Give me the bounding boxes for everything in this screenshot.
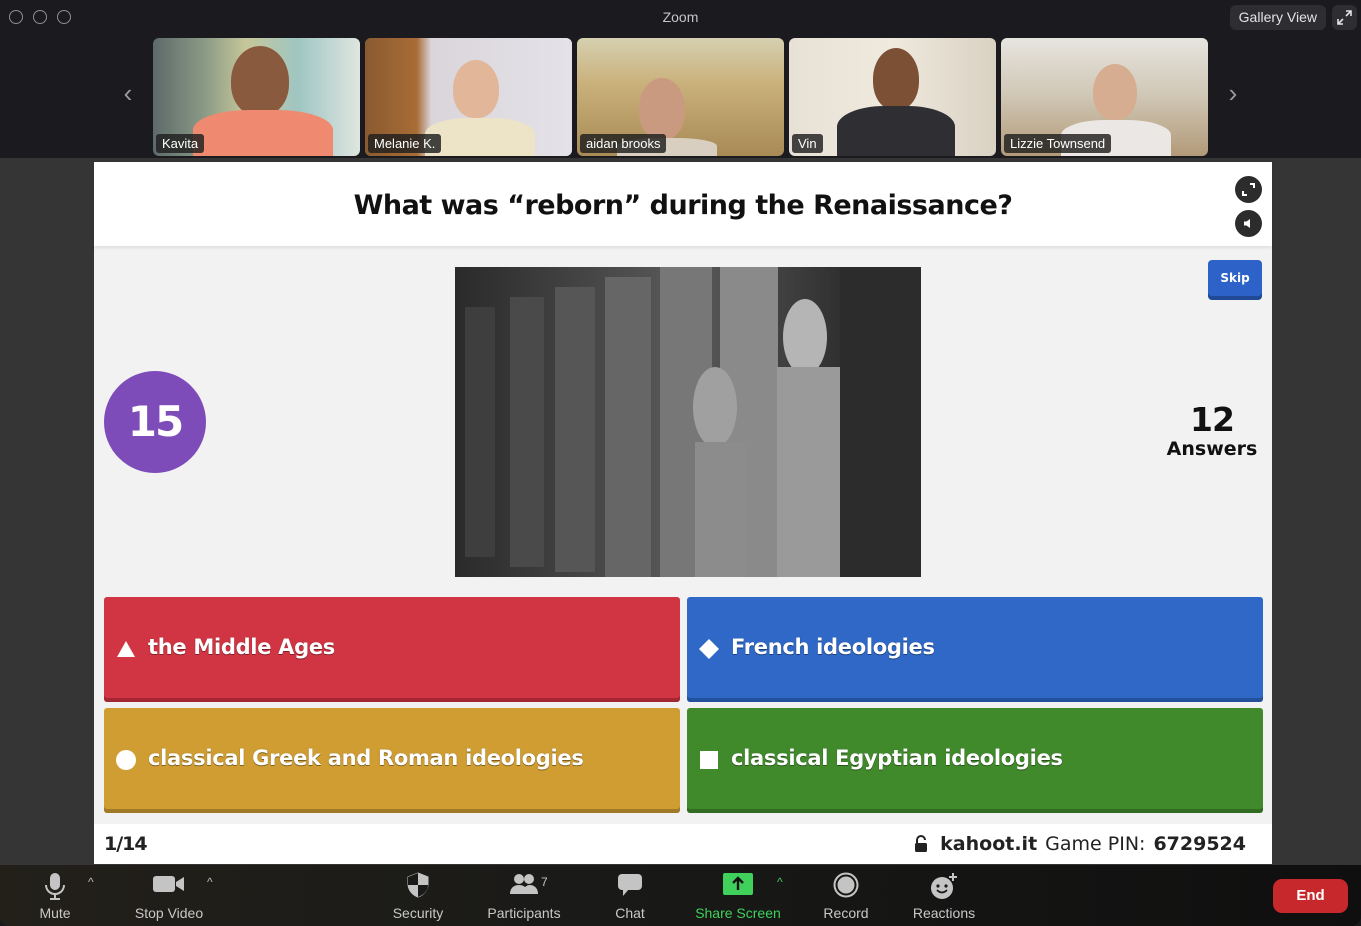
- security-button[interactable]: Security: [383, 865, 453, 926]
- participants-count: 7: [541, 875, 548, 889]
- participants-label: Participants: [487, 905, 561, 921]
- answers-counter: 12 Answers: [1162, 400, 1262, 461]
- audio-options-caret[interactable]: ^: [88, 875, 94, 889]
- answer-button-diamond[interactable]: French ideologies: [687, 597, 1263, 702]
- reactions-button[interactable]: Reactions: [904, 865, 984, 926]
- participant-face: [453, 60, 499, 118]
- participant-body: [425, 118, 535, 156]
- participant-face: [873, 48, 919, 110]
- answers-count-number: 12: [1190, 400, 1235, 439]
- chat-bubble-icon: [618, 874, 642, 896]
- share-screen-label: Share Screen: [695, 905, 781, 921]
- game-pin-label: Game PIN:: [1045, 833, 1146, 855]
- answer-text: the Middle Ages: [148, 635, 335, 659]
- video-tile-active-speaker[interactable]: Melanie K.: [365, 38, 572, 156]
- participant-face: [1093, 64, 1137, 120]
- question-text: What was “reborn” during the Renaissance…: [353, 190, 1013, 221]
- participant-face: [231, 46, 289, 116]
- participant-name: Kavita: [156, 134, 205, 153]
- diamond-icon: [699, 639, 719, 659]
- security-label: Security: [392, 905, 444, 921]
- sound-toggle-button[interactable]: [1235, 210, 1262, 237]
- game-pin-value: 6729524: [1153, 833, 1246, 855]
- record-button[interactable]: Record: [816, 865, 876, 926]
- fullscreen-toggle-button[interactable]: [1235, 176, 1262, 203]
- fullscreen-button[interactable]: [1332, 5, 1357, 30]
- participant-body: [193, 110, 333, 156]
- game-pin-info: kahoot.it Game PIN: 6729524: [914, 833, 1246, 855]
- meeting-toolbar: Mute ^ Stop Video ^ Security 7 Participa…: [0, 865, 1361, 926]
- statues-photo: [455, 267, 921, 577]
- record-label: Record: [823, 905, 869, 921]
- participants-icon: [510, 874, 538, 894]
- participant-name: aidan brooks: [580, 134, 667, 153]
- share-screen-icon: [723, 873, 753, 895]
- participant-body: [837, 106, 955, 156]
- square-icon: [700, 751, 718, 769]
- answer-text: French ideologies: [731, 635, 935, 659]
- mute-label: Mute: [39, 905, 71, 921]
- expand-icon: [1242, 183, 1255, 196]
- title-bar: Zoom Gallery View: [0, 0, 1361, 34]
- skip-button[interactable]: Skip: [1208, 260, 1262, 300]
- countdown-timer: 15: [104, 371, 206, 473]
- circle-icon: [116, 750, 136, 770]
- answer-text: classical Greek and Roman ideologies: [148, 746, 584, 770]
- shared-screen: What was “reborn” during the Renaissance…: [0, 158, 1361, 865]
- share-options-caret[interactable]: ^: [777, 875, 783, 889]
- previous-page-arrow[interactable]: ‹: [118, 78, 138, 108]
- game-footer: 1/14 kahoot.it Game PIN: 6729524: [94, 824, 1272, 864]
- chat-button[interactable]: Chat: [600, 865, 660, 926]
- question-image: [455, 267, 921, 577]
- participant-name: Lizzie Townsend: [1004, 134, 1112, 153]
- answer-text: classical Egyptian ideologies: [731, 746, 1063, 770]
- chat-label: Chat: [615, 905, 645, 921]
- answer-button-circle[interactable]: classical Greek and Roman ideologies: [104, 708, 680, 813]
- kahoot-site: kahoot.it: [940, 833, 1038, 855]
- video-tile[interactable]: Vin: [789, 38, 996, 156]
- video-tile[interactable]: aidan brooks: [577, 38, 784, 156]
- reactions-smiley-icon: [931, 873, 957, 899]
- question-progress: 1/14: [104, 833, 148, 855]
- next-page-arrow[interactable]: ›: [1223, 78, 1243, 108]
- participant-name: Vin: [792, 134, 823, 153]
- question-header: What was “reborn” during the Renaissance…: [94, 162, 1272, 246]
- expand-icon: [1337, 10, 1352, 25]
- end-meeting-button[interactable]: End: [1273, 879, 1348, 913]
- stop-video-label: Stop Video: [134, 905, 204, 921]
- participant-name: Melanie K.: [368, 134, 442, 153]
- stop-video-button[interactable]: Stop Video: [123, 865, 215, 926]
- record-icon: [833, 872, 859, 898]
- answers-count-label: Answers: [1166, 438, 1258, 460]
- video-options-caret[interactable]: ^: [207, 875, 213, 889]
- lock-icon: [915, 835, 928, 852]
- gallery-strip: ‹ Kavita Melanie K. aidan brooks Vin Liz…: [0, 34, 1361, 158]
- answer-button-triangle[interactable]: the Middle Ages: [104, 597, 680, 702]
- video-camera-icon: [153, 876, 184, 892]
- participants-button[interactable]: 7 Participants: [476, 865, 572, 926]
- shield-icon: [407, 872, 429, 898]
- answer-button-square[interactable]: classical Egyptian ideologies: [687, 708, 1263, 813]
- video-tile[interactable]: Kavita: [153, 38, 360, 156]
- triangle-icon: [117, 641, 135, 657]
- share-screen-button[interactable]: Share Screen: [688, 865, 788, 926]
- zoom-window: Zoom Gallery View ‹ Kavita Melanie K. ai: [0, 0, 1361, 926]
- window-title: Zoom: [662, 9, 699, 25]
- kahoot-game: What was “reborn” during the Renaissance…: [94, 162, 1272, 864]
- gallery-view-button[interactable]: Gallery View: [1229, 5, 1326, 30]
- video-tile[interactable]: Lizzie Townsend: [1001, 38, 1208, 156]
- microphone-icon: [45, 873, 65, 900]
- reactions-label: Reactions: [912, 905, 976, 921]
- mute-button[interactable]: Mute: [20, 865, 90, 926]
- speaker-icon: [1244, 219, 1250, 228]
- participant-face: [639, 78, 685, 140]
